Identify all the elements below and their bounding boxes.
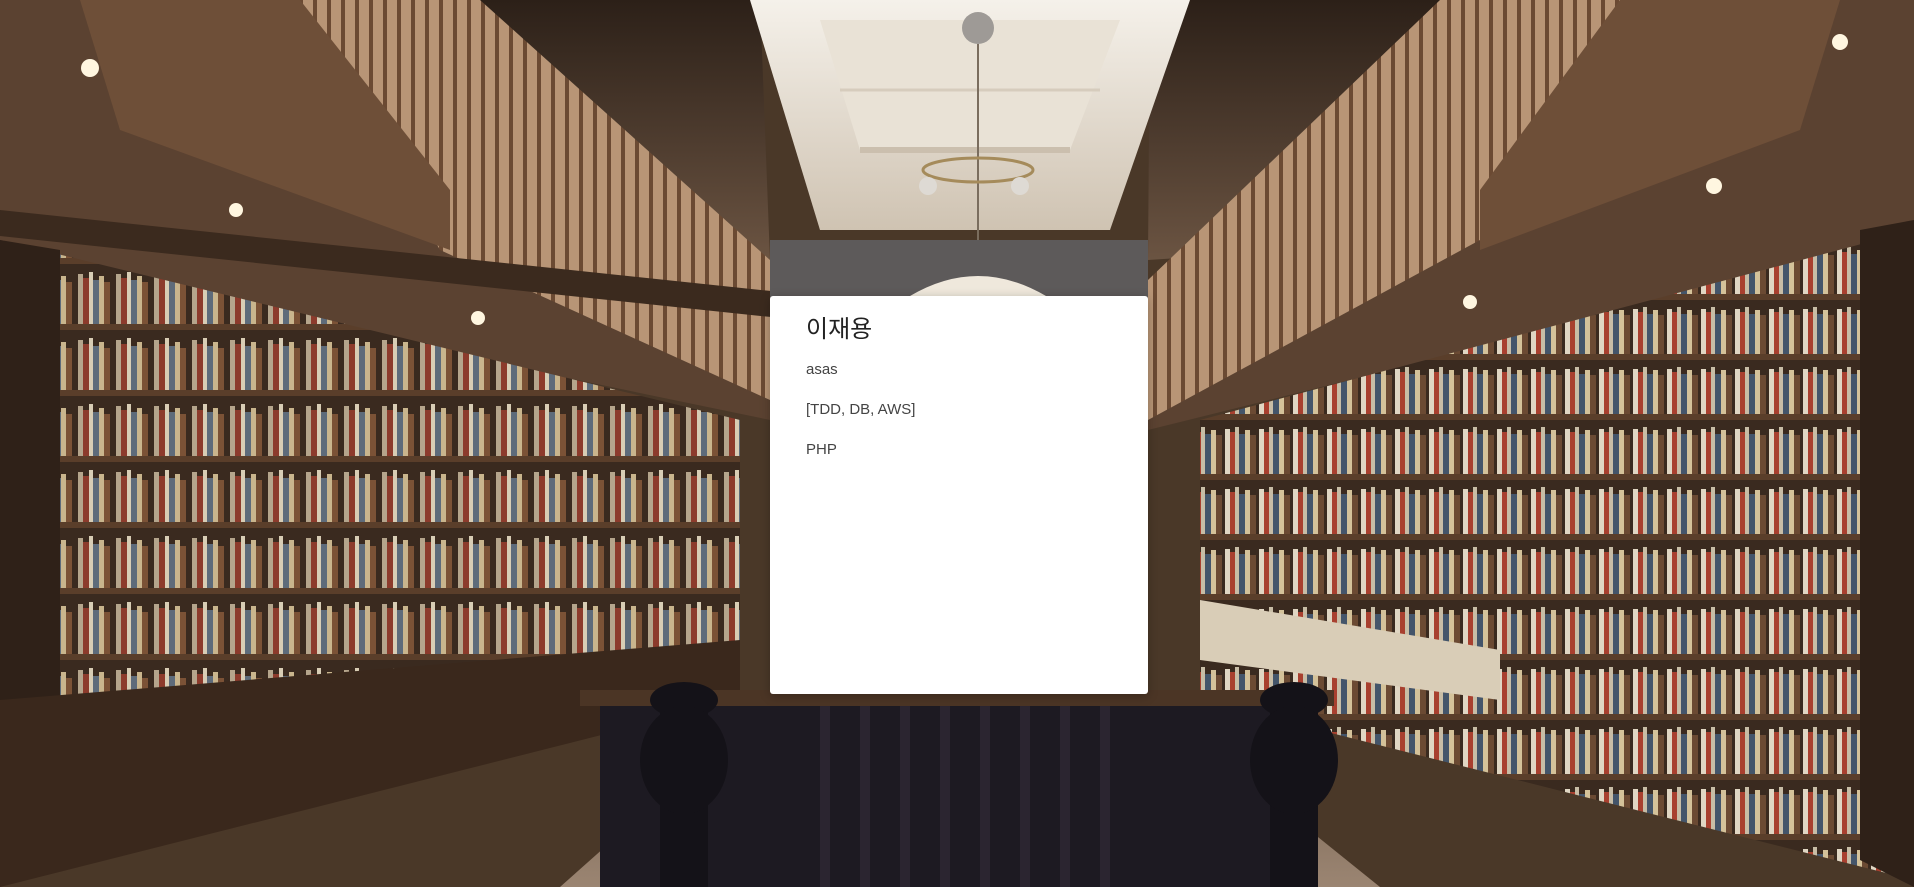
- profile-card: 이재용 asas [TDD, DB, AWS] PHP: [770, 296, 1148, 694]
- profile-description: asas: [806, 361, 838, 378]
- profile-skills: [TDD, DB, AWS]: [806, 401, 916, 418]
- profile-language: PHP: [806, 441, 837, 458]
- profile-name: 이재용: [806, 315, 873, 343]
